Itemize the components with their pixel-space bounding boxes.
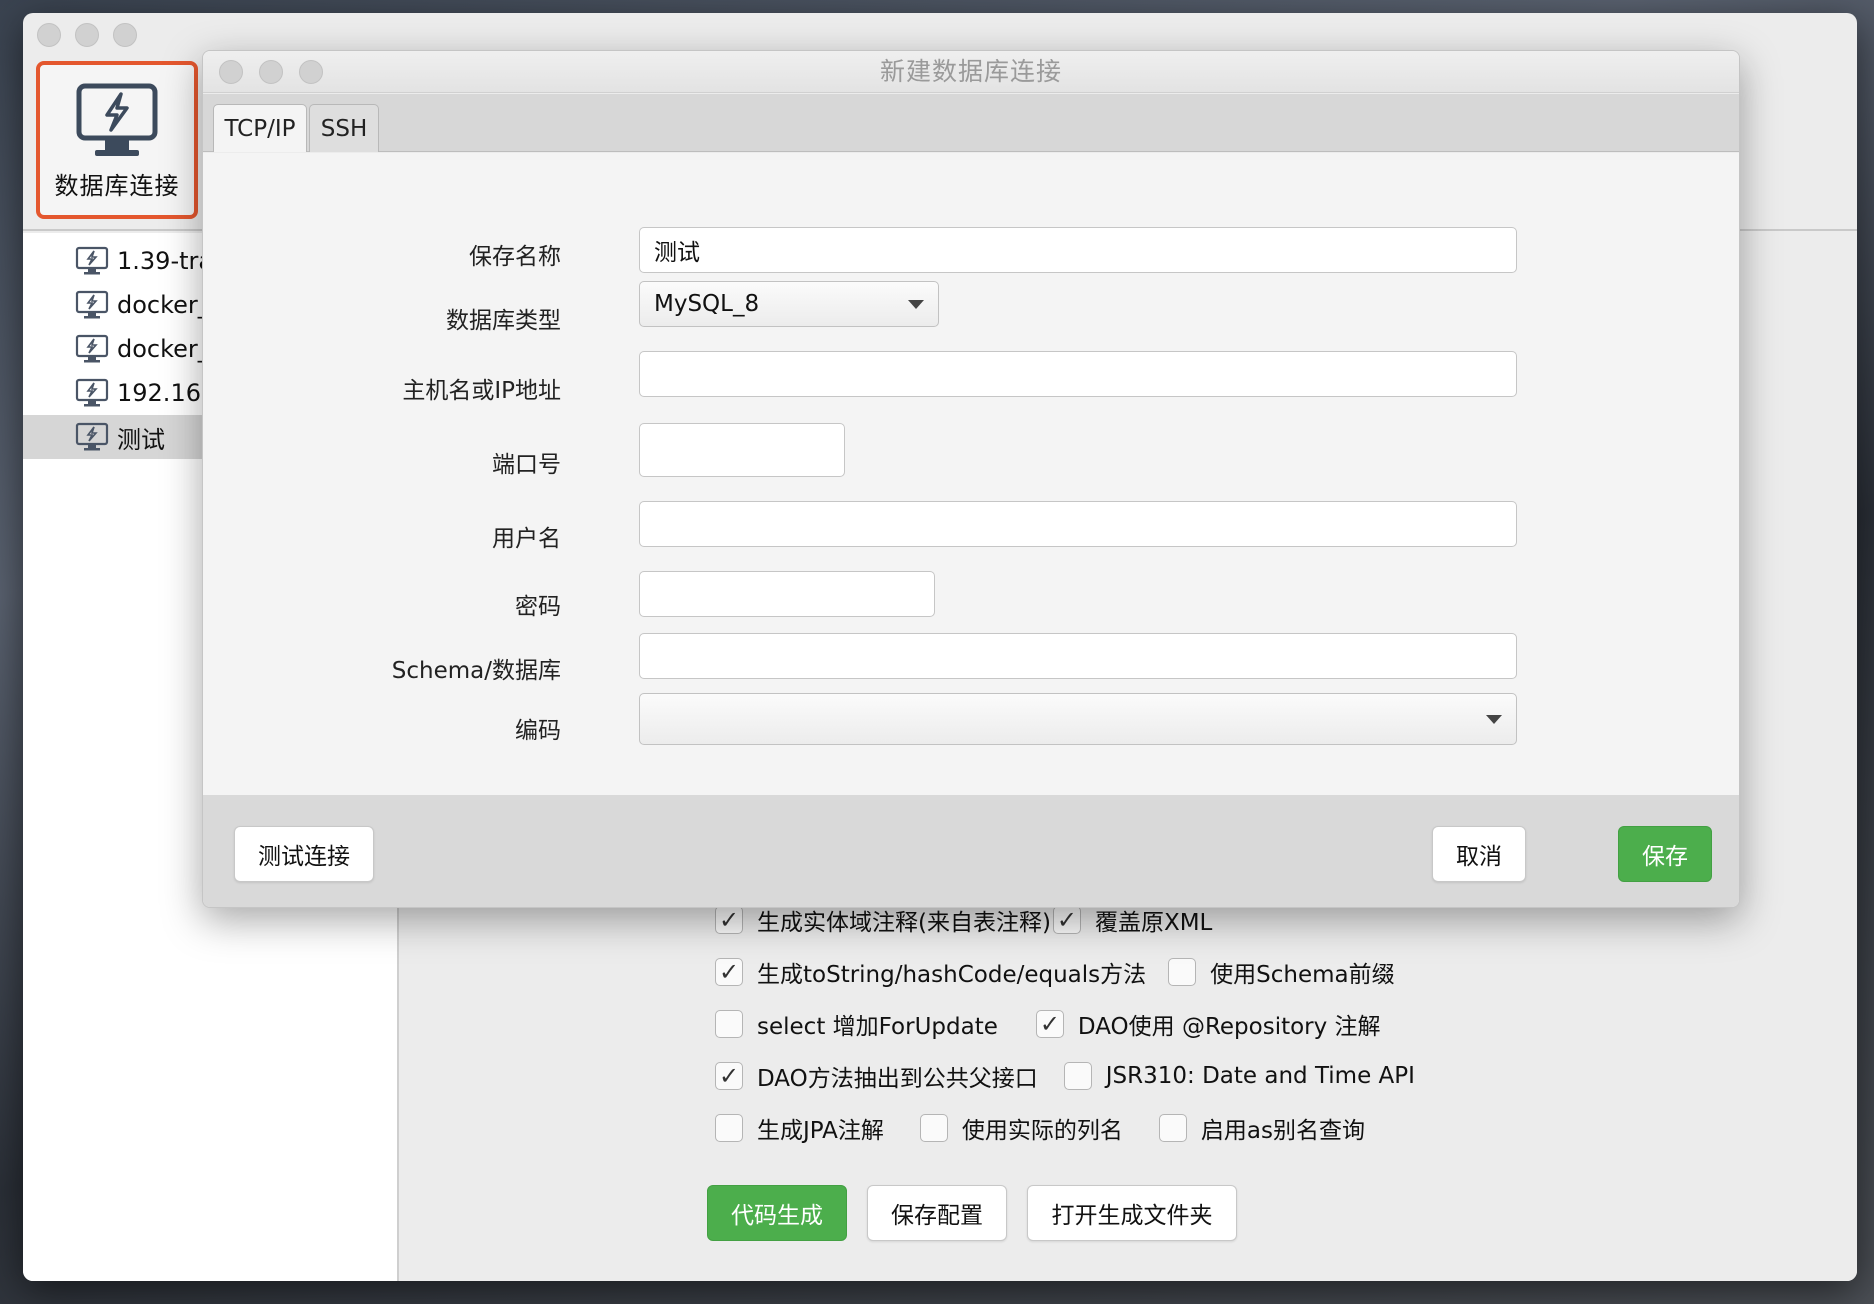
option-dao-parent-interface[interactable]: ✓ DAO方法抽出到公共父接口 (715, 1059, 1038, 1093)
dialog-footer: 测试连接 取消 保存 (203, 795, 1739, 907)
tab-tcp-ip[interactable]: TCP/IP (213, 104, 307, 152)
option-overwrite-xml[interactable]: ✓ 覆盖原XML (1052, 903, 1213, 937)
connection-form: 保存名称 数据库类型 主机名或IP地址 端口号 用户名 密码 Schema/数据… (203, 153, 1739, 795)
checkbox[interactable] (715, 1010, 743, 1038)
caret-down-icon (908, 299, 924, 309)
new-connection-dialog: 新建数据库连接 TCP/IP SSH 保存名称 数据库类型 主机名或IP地址 端… (202, 50, 1740, 908)
option-row: 生成JPA注解 使用实际的列名 启用as别名查询 (715, 1111, 1387, 1145)
monitor-bolt-icon (76, 83, 158, 156)
host-label: 主机名或IP地址 (402, 378, 561, 404)
option-label: 生成toString/hashCode/equals方法 (757, 962, 1147, 988)
password-input[interactable] (639, 571, 935, 617)
option-row: ✓ DAO方法抽出到公共父接口 JSR310: Date and Time AP… (715, 1059, 1437, 1093)
monitor-bolt-icon (75, 290, 109, 319)
option-row: select 增加ForUpdate ✓ DAO使用 @Repository 注… (715, 1007, 1403, 1041)
db-type-value: MySQL_8 (654, 291, 760, 317)
username-label: 用户名 (492, 526, 561, 552)
checkbox[interactable]: ✓ (715, 906, 743, 934)
encoding-select[interactable] (639, 693, 1517, 745)
tab-ssh[interactable]: SSH (309, 104, 379, 152)
checkbox[interactable] (1158, 1114, 1187, 1142)
close-window-button[interactable] (37, 23, 61, 47)
checkbox[interactable]: ✓ (715, 958, 743, 986)
username-input[interactable] (639, 501, 1517, 547)
checkbox[interactable] (919, 1114, 948, 1142)
checkmark-icon: ✓ (718, 958, 740, 986)
option-select-for-update[interactable]: select 增加ForUpdate (715, 1007, 998, 1041)
option-tostring-hashcode-equals[interactable]: ✓ 生成toString/hashCode/equals方法 (715, 955, 1146, 989)
option-jpa-annotations[interactable]: 生成JPA注解 (715, 1111, 884, 1145)
host-input[interactable] (639, 351, 1517, 397)
option-dao-repository[interactable]: ✓ DAO使用 @Repository 注解 (1035, 1007, 1381, 1041)
option-label: 使用实际的列名 (961, 1118, 1123, 1144)
checkbox[interactable] (715, 1114, 743, 1142)
connection-item-label: 1.39-tra (117, 247, 214, 275)
checkmark-icon: ✓ (1056, 906, 1077, 934)
option-label: 生成JPA注解 (757, 1118, 884, 1144)
checkmark-icon: ✓ (1039, 1010, 1060, 1038)
option-as-alias-query[interactable]: 启用as别名查询 (1158, 1111, 1365, 1145)
port-input[interactable] (639, 423, 845, 477)
option-entity-comment[interactable]: ✓ 生成实体域注释(来自表注释) (715, 903, 1051, 937)
option-label: 启用as别名查询 (1200, 1118, 1365, 1144)
monitor-bolt-icon (75, 334, 109, 363)
db-type-label: 数据库类型 (446, 308, 561, 334)
checkmark-icon: ✓ (718, 906, 740, 934)
option-label: 生成实体域注释(来自表注释) (757, 910, 1051, 936)
checkbox[interactable]: ✓ (1035, 1010, 1064, 1038)
option-label: DAO使用 @Repository 注解 (1077, 1014, 1381, 1040)
checkbox[interactable]: ✓ (1052, 906, 1081, 934)
open-output-folder-button[interactable]: 打开生成文件夹 (1027, 1185, 1237, 1241)
database-connection-button[interactable]: 数据库连接 (36, 61, 198, 219)
zoom-window-button[interactable] (113, 23, 137, 47)
checkbox[interactable]: ✓ (715, 1062, 743, 1090)
option-actual-column-names[interactable]: 使用实际的列名 (919, 1111, 1123, 1145)
monitor-bolt-icon (75, 378, 109, 407)
caret-down-icon (1486, 714, 1502, 724)
monitor-bolt-icon (75, 422, 109, 451)
encoding-label: 编码 (515, 718, 561, 744)
dialog-title: 新建数据库连接 (879, 57, 1062, 86)
monitor-bolt-icon (75, 246, 109, 275)
minimize-window-button[interactable] (75, 23, 99, 47)
option-label: 覆盖原XML (1094, 910, 1213, 936)
option-row: ✓ 生成toString/hashCode/equals方法 使用Schema前… (715, 955, 1417, 989)
port-label: 端口号 (492, 452, 561, 478)
checkbox[interactable] (1168, 958, 1197, 986)
schema-label: Schema/数据库 (391, 658, 561, 684)
option-label: 使用Schema前缀 (1210, 962, 1395, 988)
option-row: ✓ 生成实体域注释(来自表注释) ✓ 覆盖原XML (715, 903, 1234, 937)
connection-item-label: 测试 (117, 425, 165, 454)
cancel-button[interactable]: 取消 (1432, 826, 1526, 882)
save-button[interactable]: 保存 (1618, 826, 1712, 882)
save-config-button[interactable]: 保存配置 (867, 1185, 1007, 1241)
option-label: select 增加ForUpdate (757, 1014, 998, 1040)
save-name-label: 保存名称 (469, 244, 561, 270)
option-jsr310[interactable]: JSR310: Date and Time API (1063, 1062, 1415, 1090)
save-name-input[interactable]: 测试 (639, 227, 1517, 273)
password-label: 密码 (515, 594, 561, 620)
tab-bar: TCP/IP SSH (203, 94, 1739, 152)
database-connection-label: 数据库连接 (54, 172, 180, 200)
generate-code-button[interactable]: 代码生成 (707, 1185, 847, 1241)
option-label: JSR310: Date and Time API (1105, 1063, 1415, 1089)
checkbox[interactable] (1063, 1062, 1092, 1090)
schema-input[interactable] (639, 633, 1517, 679)
option-schema-prefix[interactable]: 使用Schema前缀 (1168, 955, 1395, 989)
db-type-select[interactable]: MySQL_8 (639, 281, 939, 327)
test-connection-button[interactable]: 测试连接 (234, 826, 374, 882)
option-label: DAO方法抽出到公共父接口 (757, 1066, 1038, 1092)
checkmark-icon: ✓ (718, 1062, 740, 1090)
